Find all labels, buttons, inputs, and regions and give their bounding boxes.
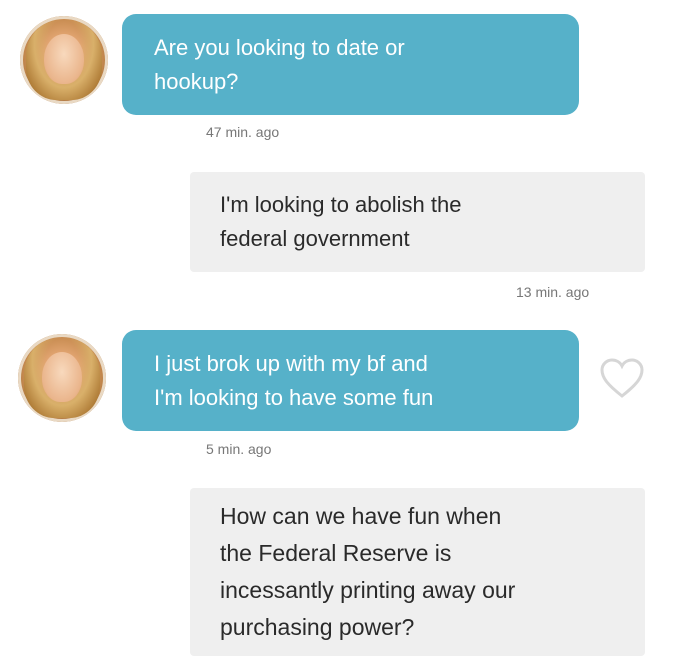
message-timestamp: 47 min. ago bbox=[206, 124, 280, 140]
message-text-line: hookup? bbox=[154, 68, 239, 94]
message-text-line: incessantly printing away our bbox=[220, 577, 516, 603]
message-text-line: federal government bbox=[220, 226, 410, 251]
incoming-message-bubble[interactable]: Are you looking to date or hookup? bbox=[122, 14, 579, 115]
message-text-line: Are you looking to date or bbox=[154, 34, 405, 60]
avatar[interactable] bbox=[18, 334, 106, 422]
incoming-message-bubble[interactable]: I just brok up with my bf and I'm lookin… bbox=[122, 330, 579, 431]
message-text-line: the Federal Reserve is bbox=[220, 540, 452, 566]
message-timestamp: 13 min. ago bbox=[516, 284, 590, 300]
avatar[interactable] bbox=[20, 16, 108, 104]
avatar-face bbox=[44, 34, 84, 84]
message-text-line: How can we have fun when bbox=[220, 503, 502, 529]
message-text-line: I'm looking to have some fun bbox=[154, 384, 434, 410]
message-text-line: purchasing power? bbox=[220, 614, 415, 640]
outgoing-message-bubble[interactable]: How can we have fun when the Federal Res… bbox=[190, 488, 645, 656]
avatar-face bbox=[42, 352, 82, 402]
message-text-line: I just brok up with my bf and bbox=[154, 350, 428, 376]
outgoing-message-bubble[interactable]: I'm looking to abolish the federal gover… bbox=[190, 172, 645, 272]
heart-outline-icon[interactable] bbox=[598, 356, 646, 400]
message-text-line: I'm looking to abolish the bbox=[220, 192, 462, 217]
message-timestamp: 5 min. ago bbox=[206, 441, 272, 457]
